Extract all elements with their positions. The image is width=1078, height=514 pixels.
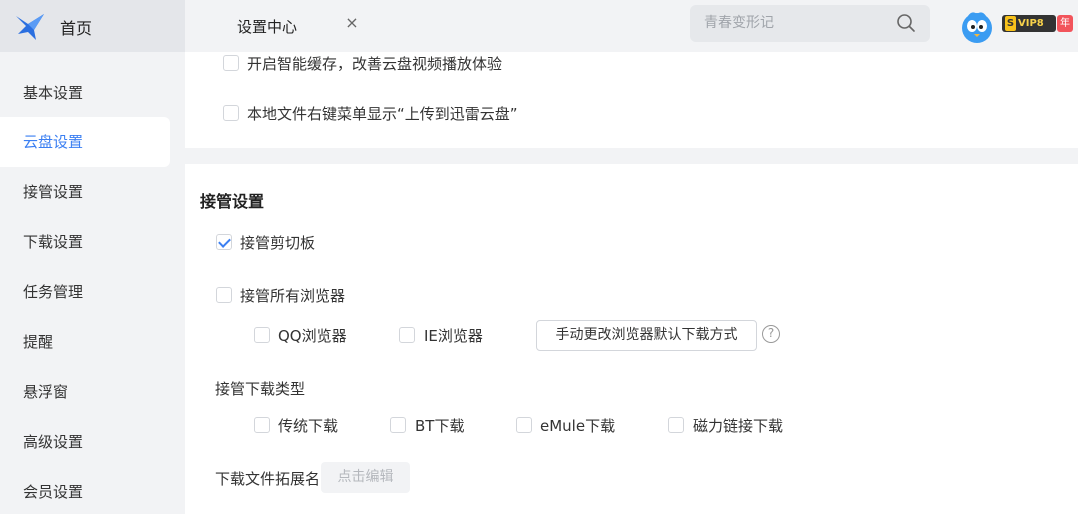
search-box[interactable] <box>690 5 930 42</box>
context-menu-label: 本地文件右键菜单显示“上传到迅雷云盘” <box>247 105 518 123</box>
year-badge: 年 <box>1057 15 1073 32</box>
settings-sidebar: 基本设置 云盘设置 接管设置 下载设置 任务管理 提醒 悬浮窗 高级设置 会员设… <box>0 52 185 514</box>
tab-settings-center[interactable]: 设置中心 × <box>185 0 365 52</box>
tab-label: 设置中心 <box>237 18 298 36</box>
search-input[interactable] <box>704 13 884 33</box>
context-menu-checkbox[interactable] <box>223 105 239 121</box>
emule-download-checkbox[interactable] <box>516 417 532 433</box>
close-icon[interactable]: × <box>345 15 359 31</box>
sidebar-item-takeover[interactable]: 接管设置 <box>0 167 170 217</box>
sidebar-item-download[interactable]: 下载设置 <box>0 217 170 267</box>
all-browsers-checkbox[interactable] <box>216 287 232 303</box>
vip-bolt-icon: S <box>1005 16 1016 31</box>
vip-badge[interactable]: S VIP8 <box>1002 15 1056 32</box>
thunder-bird-logo-icon <box>16 14 44 40</box>
sidebar-item-floating-window[interactable]: 悬浮窗 <box>0 367 170 417</box>
sidebar-item-cloud[interactable]: 云盘设置 <box>0 117 170 167</box>
clipboard-label: 接管剪切板 <box>240 234 316 252</box>
clipboard-checkbox[interactable] <box>216 234 232 250</box>
file-extension-label: 下载文件拓展名 <box>215 470 321 488</box>
sidebar-item-reminder[interactable]: 提醒 <box>0 317 170 367</box>
qq-browser-checkbox[interactable] <box>254 327 270 343</box>
sidebar-item-basic[interactable]: 基本设置 <box>0 68 170 118</box>
ie-browser-checkbox[interactable] <box>399 327 415 343</box>
top-bar: 首页 设置中心 × S VIP8 年 <box>0 0 1078 52</box>
home-label: 首页 <box>60 19 93 38</box>
bt-download-label: BT下载 <box>415 417 465 435</box>
traditional-download-label: 传统下载 <box>278 417 339 435</box>
sidebar-item-tasks[interactable]: 任务管理 <box>0 267 170 317</box>
sidebar-item-member[interactable]: 会员设置 <box>0 467 170 514</box>
avatar[interactable] <box>960 8 994 44</box>
ie-browser-label: IE浏览器 <box>424 327 483 345</box>
download-types-label: 接管下载类型 <box>215 380 306 398</box>
sidebar-item-advanced[interactable]: 高级设置 <box>0 417 170 467</box>
smart-cache-checkbox[interactable] <box>223 55 239 71</box>
bt-download-checkbox[interactable] <box>390 417 406 433</box>
magnet-download-label: 磁力链接下载 <box>693 417 784 435</box>
smart-cache-label: 开启智能缓存，改善云盘视频播放体验 <box>247 55 503 73</box>
magnet-download-checkbox[interactable] <box>668 417 684 433</box>
section-title: 接管设置 <box>200 192 265 211</box>
help-icon[interactable]: ? <box>762 325 780 343</box>
takeover-settings-card: 接管设置 接管剪切板 接管所有浏览器 QQ浏览器 IE浏览器 手动更改浏览器默认… <box>185 164 1078 514</box>
all-browsers-label: 接管所有浏览器 <box>240 287 346 305</box>
home-tab[interactable]: 首页 <box>0 0 185 52</box>
search-icon[interactable] <box>896 13 916 33</box>
change-default-download-button[interactable]: 手动更改浏览器默认下载方式 <box>536 320 757 351</box>
cloud-settings-card: 开启智能缓存，改善云盘视频播放体验 本地文件右键菜单显示“上传到迅雷云盘” <box>185 52 1078 148</box>
edit-extension-button[interactable]: 点击编辑 <box>321 462 410 493</box>
vip-label: VIP8 <box>1018 18 1044 29</box>
emule-download-label: eMule下载 <box>540 417 616 435</box>
traditional-download-checkbox[interactable] <box>254 417 270 433</box>
qq-browser-label: QQ浏览器 <box>278 327 347 345</box>
